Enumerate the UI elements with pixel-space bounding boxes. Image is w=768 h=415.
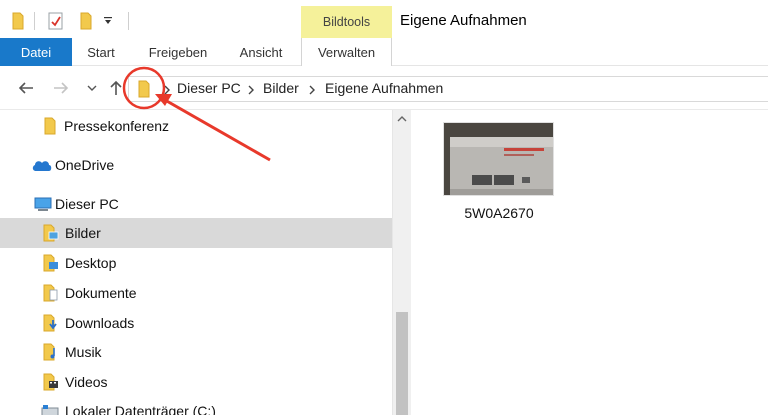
navigation-pane: Pressekonferenz OneDrive Dieser PC Bilde…	[0, 110, 392, 415]
local-drive-icon	[40, 402, 60, 415]
computer-icon	[32, 195, 54, 213]
breadcrumb-chevron-icon[interactable]	[307, 83, 317, 97]
breadcrumb-chevron-icon[interactable]	[246, 83, 256, 97]
recent-locations-chevron-icon[interactable]	[82, 78, 102, 98]
onedrive-cloud-icon	[31, 156, 53, 174]
nav-item-label: Dieser PC	[55, 196, 119, 212]
back-arrow-icon[interactable]	[16, 78, 36, 98]
console-photo-thumbnail-icon	[444, 123, 553, 195]
properties-icon[interactable]	[45, 10, 67, 32]
desktop-folder-icon	[42, 254, 60, 272]
breadcrumb-eigene-aufnahmen[interactable]: Eigene Aufnahmen	[325, 80, 443, 96]
nav-item-label: Bilder	[65, 225, 101, 241]
nav-item-musik[interactable]: Musik	[0, 337, 392, 367]
breadcrumb-chevron-icon[interactable]	[162, 83, 172, 97]
breadcrumb-dieser-pc[interactable]: Dieser PC	[177, 80, 241, 96]
folder-icon	[41, 117, 59, 135]
toolbar-separator	[128, 12, 129, 30]
music-folder-icon	[42, 343, 60, 361]
new-folder-icon[interactable]	[76, 10, 96, 32]
tab-datei[interactable]: Datei	[0, 38, 72, 66]
nav-item-label: OneDrive	[55, 157, 115, 173]
file-name-label[interactable]: 5W0A2670	[439, 205, 559, 221]
file-list: 5W0A2670	[411, 110, 768, 415]
nav-item-label: Musik	[65, 344, 102, 360]
nav-pane-scrollbar[interactable]	[392, 110, 411, 415]
tab-ansicht[interactable]: Ansicht	[230, 38, 292, 66]
ribbon-tabs: Datei Start Freigeben Ansicht Verwalten	[0, 38, 768, 66]
nav-item-label: Dokumente	[65, 285, 137, 301]
location-folder-icon[interactable]	[134, 79, 154, 99]
nav-item-downloads[interactable]: Downloads	[0, 308, 392, 338]
nav-item-bilder[interactable]: Bilder	[0, 218, 392, 248]
nav-item-desktop[interactable]: Desktop	[0, 248, 392, 278]
nav-item-pressekonferenz[interactable]: Pressekonferenz	[0, 111, 392, 141]
nav-item-label: Videos	[65, 374, 108, 390]
title-bar: Bildtools Eigene Aufnahmen	[0, 0, 768, 38]
tab-verwalten[interactable]: Verwalten	[301, 38, 392, 66]
breadcrumb-bilder[interactable]: Bilder	[263, 80, 299, 96]
toolbar-separator	[34, 12, 35, 30]
nav-item-label: Desktop	[65, 255, 117, 271]
nav-item-videos[interactable]: Videos	[0, 367, 392, 397]
forward-arrow-icon[interactable]	[51, 78, 71, 98]
scroll-thumb[interactable]	[396, 312, 408, 415]
quick-access-folder-icon[interactable]	[8, 10, 28, 32]
videos-folder-icon	[42, 373, 60, 391]
context-tab-group-label: Bildtools	[301, 6, 392, 38]
customize-toolbar-chevron-icon[interactable]	[100, 10, 116, 32]
nav-item-lokaler-datentraeger[interactable]: Lokaler Datenträger (C:)	[0, 396, 392, 415]
nav-item-dieser-pc[interactable]: Dieser PC	[0, 189, 392, 219]
tab-freigeben[interactable]: Freigeben	[140, 38, 216, 66]
downloads-folder-icon	[42, 314, 60, 332]
up-arrow-icon[interactable]	[106, 78, 126, 98]
nav-item-dokumente[interactable]: Dokumente	[0, 278, 392, 308]
scroll-up-arrow-icon[interactable]	[393, 110, 411, 128]
window-title: Eigene Aufnahmen	[400, 12, 527, 29]
tab-start[interactable]: Start	[76, 38, 126, 66]
nav-item-onedrive[interactable]: OneDrive	[0, 150, 392, 180]
nav-item-label: Pressekonferenz	[64, 118, 170, 134]
documents-folder-icon	[42, 284, 60, 302]
nav-item-label: Lokaler Datenträger (C:)	[65, 403, 216, 415]
navigation-bar: Dieser PC Bilder Eigene Aufnahmen	[0, 66, 768, 110]
image-thumbnail[interactable]	[443, 122, 554, 196]
pictures-folder-icon	[42, 224, 60, 242]
nav-item-label: Downloads	[65, 315, 135, 331]
